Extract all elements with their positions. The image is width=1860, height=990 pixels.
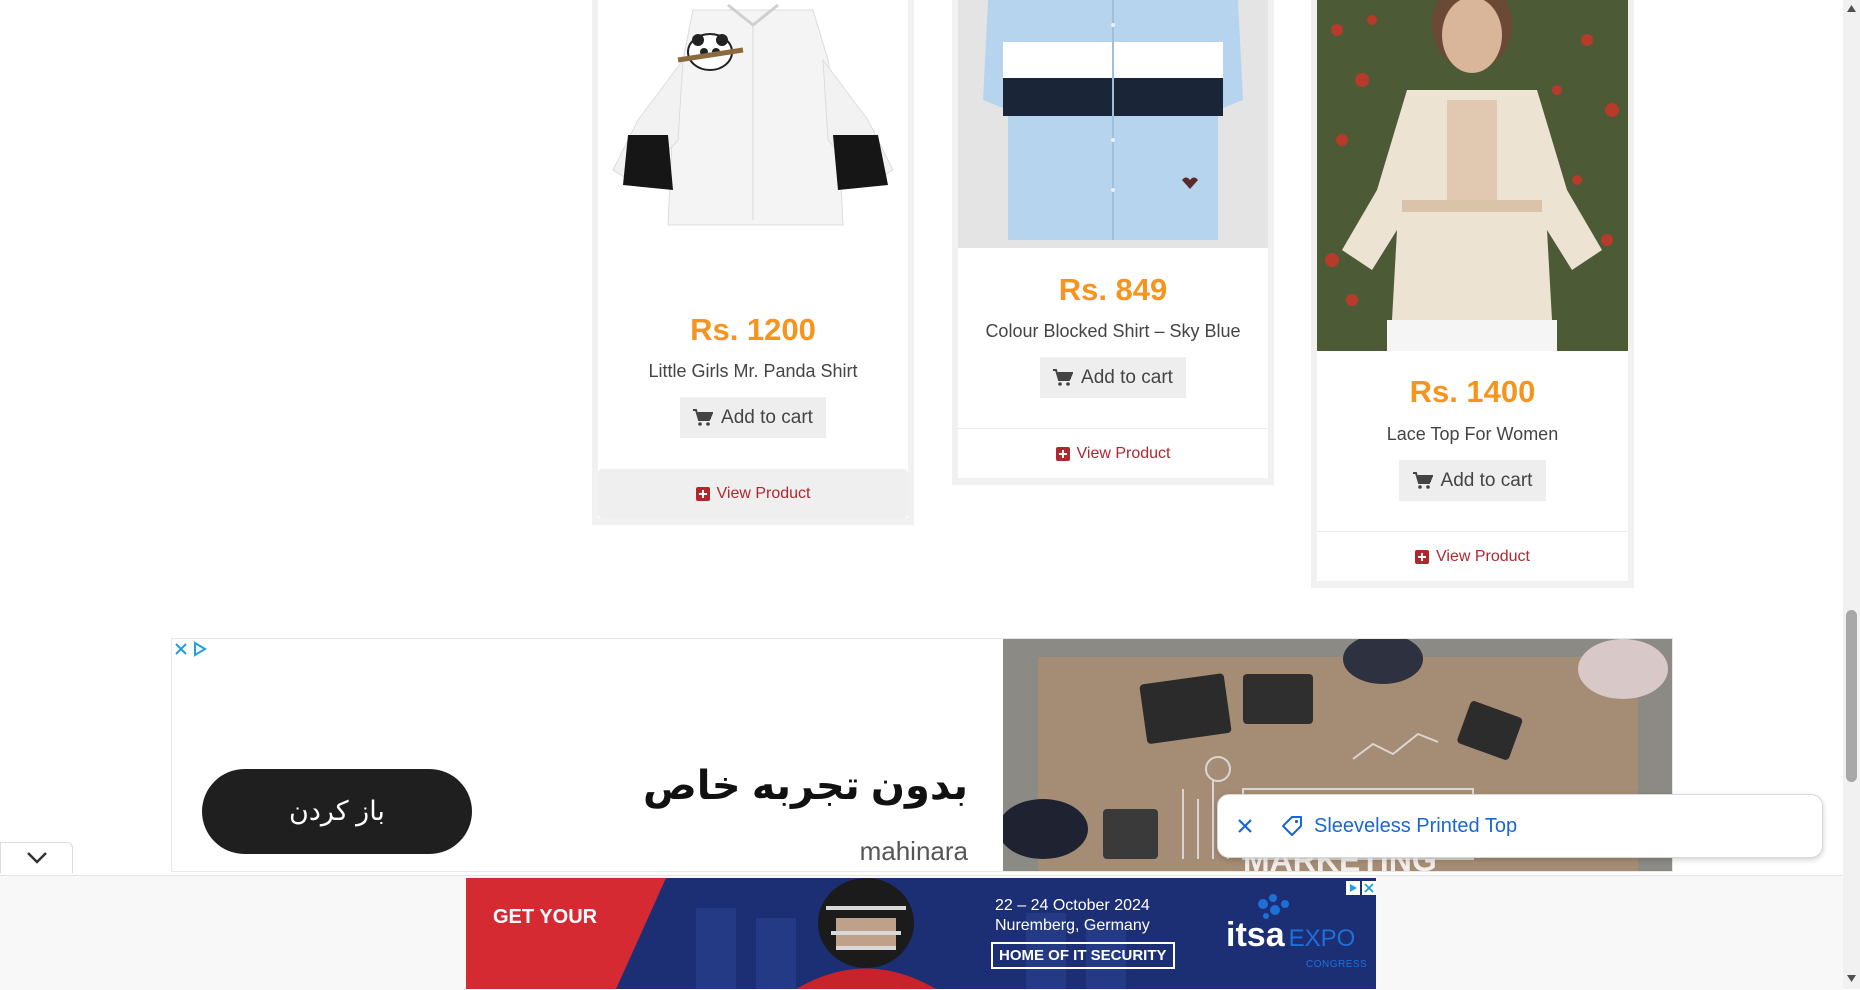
ad-brand[interactable]: mahinara bbox=[860, 836, 968, 867]
plus-square-icon bbox=[1415, 550, 1429, 564]
close-icon[interactable] bbox=[1236, 817, 1254, 835]
product-card: Rs. 849 Colour Blocked Shirt – Sky Blue … bbox=[952, 0, 1274, 485]
product-name[interactable]: Little Girls Mr. Panda Shirt bbox=[598, 361, 908, 382]
banner-get-your: GET YOUR bbox=[493, 906, 598, 928]
add-to-cart-button[interactable]: Add to cart bbox=[680, 397, 826, 438]
view-product-label: View Product bbox=[1076, 445, 1171, 462]
scroll-up-arrow-icon[interactable] bbox=[1846, 4, 1857, 13]
logo-congress: CONGRESS bbox=[1306, 959, 1368, 970]
logo-sa: sa bbox=[1246, 916, 1285, 954]
itsa-expo-banner[interactable]: GET YOUR 22 – 24 October 2024 Nuremberg,… bbox=[466, 878, 1376, 989]
product-tag-chip[interactable]: Sleeveless Printed Top bbox=[1217, 794, 1823, 858]
product-name[interactable]: Colour Blocked Shirt – Sky Blue bbox=[958, 321, 1268, 342]
add-to-cart-button[interactable]: Add to cart bbox=[1040, 357, 1186, 398]
cart-icon bbox=[693, 408, 714, 426]
view-product-button[interactable]: View Product bbox=[598, 469, 908, 518]
view-product-button[interactable]: View Product bbox=[958, 430, 1268, 478]
banner-home-of-it-security: HOME OF IT SECURITY bbox=[991, 942, 1175, 969]
product-name[interactable]: Lace Top For Women bbox=[1317, 424, 1628, 445]
product-card-inner: Rs. 849 Colour Blocked Shirt – Sky Blue … bbox=[958, 0, 1268, 478]
add-to-cart-label: Add to cart bbox=[1440, 469, 1533, 491]
product-card-inner: Rs. 1400 Lace Top For Women Add to cart … bbox=[1317, 0, 1628, 581]
cart-icon bbox=[1053, 368, 1074, 386]
scroll-down-arrow-icon[interactable] bbox=[1846, 974, 1857, 983]
chip-label[interactable]: Sleeveless Printed Top bbox=[1314, 815, 1517, 838]
banner-dates: 22 – 24 October 2024 bbox=[995, 897, 1150, 914]
view-product-button[interactable]: View Product bbox=[1317, 533, 1628, 581]
plus-square-icon bbox=[1055, 447, 1070, 461]
chevron-down-icon bbox=[26, 852, 47, 864]
cart-icon bbox=[1412, 471, 1433, 489]
view-product-label: View Product bbox=[716, 484, 811, 502]
product-card: Rs. 1200 Little Girls Mr. Panda Shirt Ad… bbox=[592, 0, 914, 525]
view-product-label: View Product bbox=[1436, 548, 1530, 565]
card-divider bbox=[1317, 531, 1628, 532]
add-to-cart-button[interactable]: Add to cart bbox=[1399, 460, 1546, 501]
page-scrollbar[interactable] bbox=[1843, 0, 1860, 989]
banner-location: Nuremberg, Germany bbox=[995, 917, 1150, 934]
adchoices-icon[interactable] bbox=[192, 641, 208, 657]
product-image-lace-top[interactable] bbox=[1317, 0, 1628, 351]
ad-open-button[interactable]: باز کردن bbox=[202, 769, 472, 854]
ad-choices[interactable] bbox=[174, 641, 208, 657]
product-image-panda-shirt[interactable] bbox=[598, 0, 908, 250]
add-to-cart-label: Add to cart bbox=[1081, 366, 1173, 388]
tag-icon bbox=[1282, 816, 1302, 836]
ad-headline[interactable]: بدون تجربه خاص bbox=[643, 763, 968, 809]
card-divider bbox=[958, 428, 1268, 429]
product-card-inner: Rs. 1200 Little Girls Mr. Panda Shirt Ad… bbox=[598, 0, 908, 518]
logo-it: it bbox=[1226, 916, 1247, 954]
product-price: Rs. 1200 bbox=[690, 312, 816, 347]
logo-expo: EXPO bbox=[1288, 925, 1356, 952]
close-icon[interactable] bbox=[174, 642, 188, 656]
product-price: Rs. 849 bbox=[1058, 272, 1168, 307]
add-to-cart-label: Add to cart bbox=[721, 406, 813, 428]
product-card: Rs. 1400 Lace Top For Women Add to cart … bbox=[1311, 0, 1634, 588]
product-image-sky-blue-shirt[interactable] bbox=[958, 0, 1268, 248]
product-price: Rs. 1400 bbox=[1409, 374, 1536, 409]
scrollbar-thumb[interactable] bbox=[1846, 610, 1857, 782]
plus-square-icon bbox=[695, 486, 710, 501]
itsa-logo: it sa EXPO bbox=[1226, 916, 1355, 955]
collapse-ad-tab[interactable] bbox=[0, 842, 73, 873]
